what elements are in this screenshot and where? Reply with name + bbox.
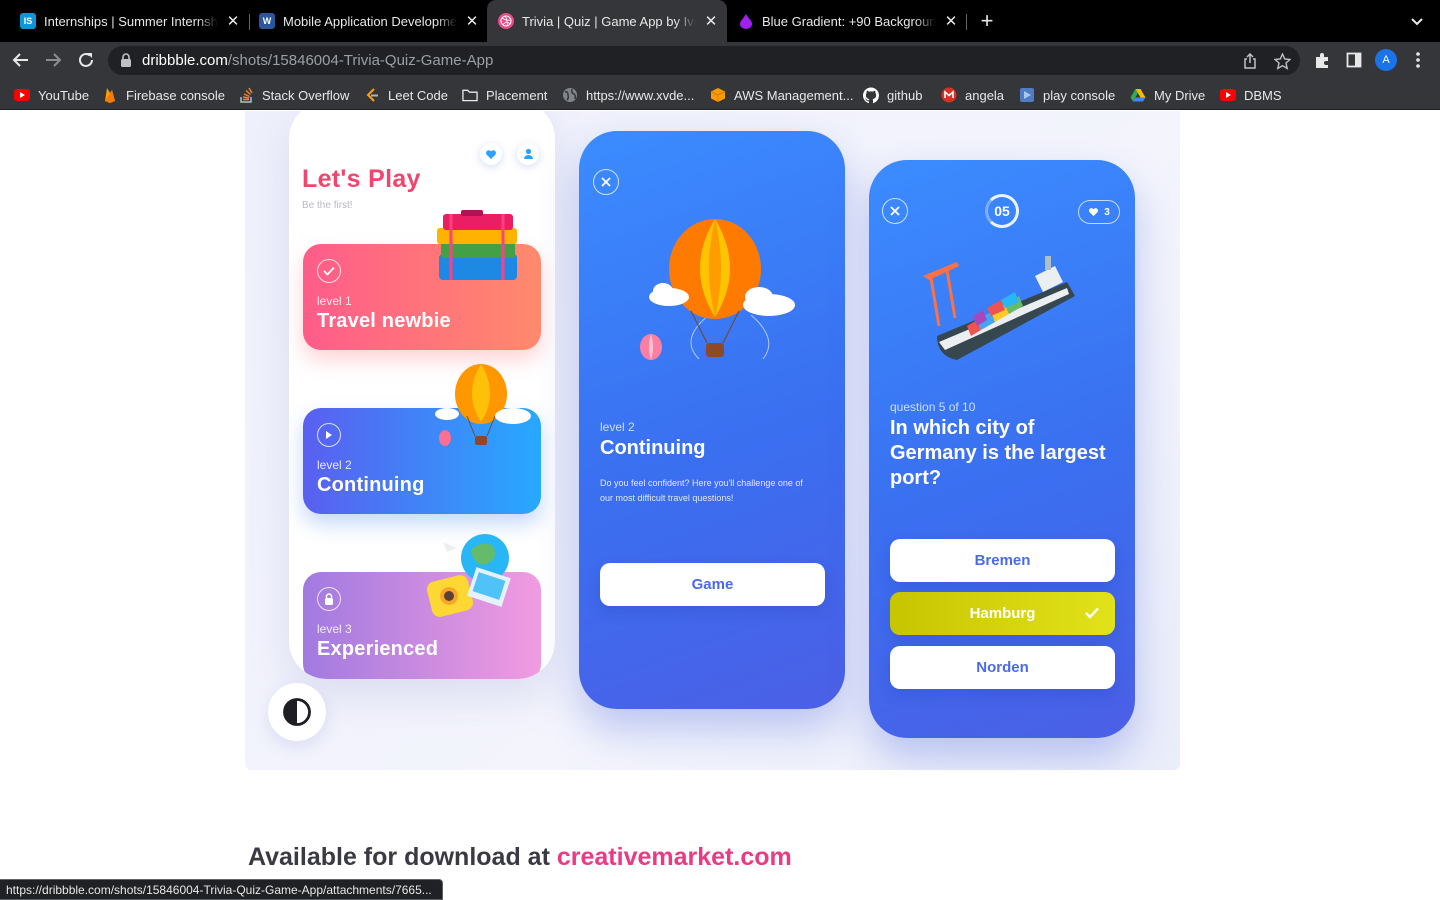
globe-camera-illustration [426, 534, 511, 617]
level-name: Continuing [600, 437, 706, 459]
bookmark-aws[interactable]: AWS Management... [710, 86, 853, 104]
bookmark-stack-overflow[interactable]: Stack Overflow [238, 86, 349, 104]
bookmark-my-drive[interactable]: My Drive [1130, 86, 1205, 104]
answer-bremen: Bremen [890, 539, 1115, 582]
question-text: In which city of Germany is the largest … [890, 417, 1106, 489]
bookmark-star-icon[interactable] [1272, 51, 1292, 71]
question-count: question 5 of 10 [890, 400, 976, 414]
bookmark-github[interactable]: github [863, 86, 922, 104]
tab-search-chevron-icon[interactable] [1406, 12, 1428, 32]
profile-avatar[interactable]: A [1375, 49, 1397, 71]
heart-icon [480, 143, 502, 165]
phone-level-select: Let's Play Be the first! level 1 Travel … [289, 111, 555, 679]
internshala-icon: IS [20, 13, 36, 29]
address-bar[interactable]: dribbble.com/shots/15846004-Trivia-Quiz-… [108, 46, 1300, 75]
bookmark-leetcode[interactable]: Leet Code [364, 86, 448, 104]
phone-level-detail: level 2 Continuing Do you feel confident… [579, 131, 845, 709]
lock-icon [317, 587, 341, 611]
answer-norden: Norden [890, 646, 1115, 689]
bookmark-angela[interactable]: angela [941, 86, 1004, 104]
new-tab-button[interactable]: + [976, 10, 998, 33]
reload-button[interactable] [74, 48, 98, 72]
bookmark-xvde[interactable]: https://www.xvde... [562, 86, 694, 104]
download-promo: Available for download at creativemarket… [248, 843, 792, 871]
page-content: Let's Play Be the first! level 1 Travel … [0, 111, 1440, 900]
bookmark-play-console[interactable]: play console [1019, 86, 1115, 104]
close-tab-icon[interactable]: ✕ [702, 12, 720, 30]
tab-mobile-app-dev[interactable]: W Mobile Application Development ✕ [250, 0, 486, 42]
cargo-ship-illustration [923, 256, 1075, 360]
url-text[interactable]: dribbble.com/shots/15846004-Trivia-Quiz-… [142, 52, 493, 69]
tab-internships[interactable]: IS Internships | Summer Internship ✕ [12, 0, 250, 42]
level-card-1: level 1 Travel newbie [303, 210, 541, 350]
bookmark-placement[interactable]: Placement [462, 86, 547, 104]
game-button: Game [600, 563, 825, 606]
github-icon [863, 87, 879, 103]
tab-strip: IS Internships | Summer Internship ✕ W M… [0, 0, 1440, 42]
youtube-icon [14, 87, 30, 103]
level-description: Do you feel confident? Here you'll chall… [600, 478, 803, 503]
phone-question: 05 3 question 5 of 10 In which city of G… [869, 160, 1135, 738]
youtube-icon [1220, 87, 1236, 103]
timer: 05 [985, 194, 1019, 228]
page-subtitle: Be the first! [302, 200, 353, 211]
forward-button[interactable] [41, 48, 65, 72]
suitcases-illustration [437, 210, 517, 280]
level-card-3: level 3 Experienced [303, 534, 541, 679]
stackoverflow-icon [238, 87, 254, 103]
creativemarket-link[interactable]: creativemarket.com [557, 843, 792, 871]
bookmarks-bar: YouTube Firebase console Stack Overflow … [0, 78, 1440, 110]
arrow-right-icon [46, 53, 62, 67]
tab-blue-gradient[interactable]: Blue Gradient: +90 Backgrounds ✕ [728, 0, 966, 42]
tab-separator [966, 14, 967, 30]
check-icon [317, 259, 341, 283]
contrast-icon [283, 698, 311, 726]
lock-icon[interactable] [120, 53, 132, 72]
browser-toolbar: dribbble.com/shots/15846004-Trivia-Quiz-… [0, 42, 1440, 78]
dribbble-icon [498, 13, 514, 29]
user-icon [517, 143, 539, 165]
balloon-illustration [435, 364, 531, 446]
reload-icon [79, 52, 93, 67]
firebase-icon [102, 87, 118, 103]
leetcode-icon [364, 87, 380, 103]
theme-toggle-button[interactable] [268, 683, 326, 741]
extensions-icon[interactable] [1312, 50, 1332, 70]
playconsole-icon [1019, 87, 1035, 103]
play-icon [317, 423, 341, 447]
check-icon [1085, 607, 1099, 619]
bookmark-youtube[interactable]: YouTube [14, 86, 89, 104]
close-tab-icon[interactable]: ✕ [942, 12, 960, 30]
heart-icon [1089, 208, 1099, 217]
side-panel-icon[interactable] [1344, 50, 1364, 70]
bookmark-dbms[interactable]: DBMS [1220, 86, 1282, 104]
close-tab-icon[interactable]: ✕ [463, 12, 481, 30]
share-icon[interactable] [1240, 51, 1260, 71]
gmail-icon [941, 87, 957, 103]
back-button[interactable] [9, 48, 33, 72]
page-title: Let's Play [302, 165, 421, 193]
close-tab-icon[interactable]: ✕ [224, 12, 242, 30]
level-card-2: level 2 Continuing [303, 364, 541, 514]
close-icon [593, 169, 619, 195]
tab-trivia-quiz[interactable]: Trivia | Quiz | Game App by Ivan ✕ [487, 0, 727, 42]
bookmark-firebase[interactable]: Firebase console [102, 86, 225, 104]
hot-air-balloon-illustration [640, 219, 795, 360]
lives-badge: 3 [1078, 200, 1120, 224]
close-icon [882, 198, 908, 224]
word-icon: W [259, 13, 275, 29]
shot-image[interactable]: Let's Play Be the first! level 1 Travel … [245, 111, 1180, 770]
globe-icon [562, 87, 578, 103]
arrow-left-icon [12, 53, 28, 67]
aws-icon [710, 87, 726, 103]
drop-icon [738, 13, 754, 29]
menu-kebab-icon[interactable] [1408, 50, 1428, 70]
drive-icon [1130, 87, 1146, 103]
link-hover-status: https://dribbble.com/shots/15846004-Triv… [0, 879, 443, 900]
answer-hamburg: Hamburg [890, 592, 1115, 635]
folder-icon [462, 87, 478, 103]
